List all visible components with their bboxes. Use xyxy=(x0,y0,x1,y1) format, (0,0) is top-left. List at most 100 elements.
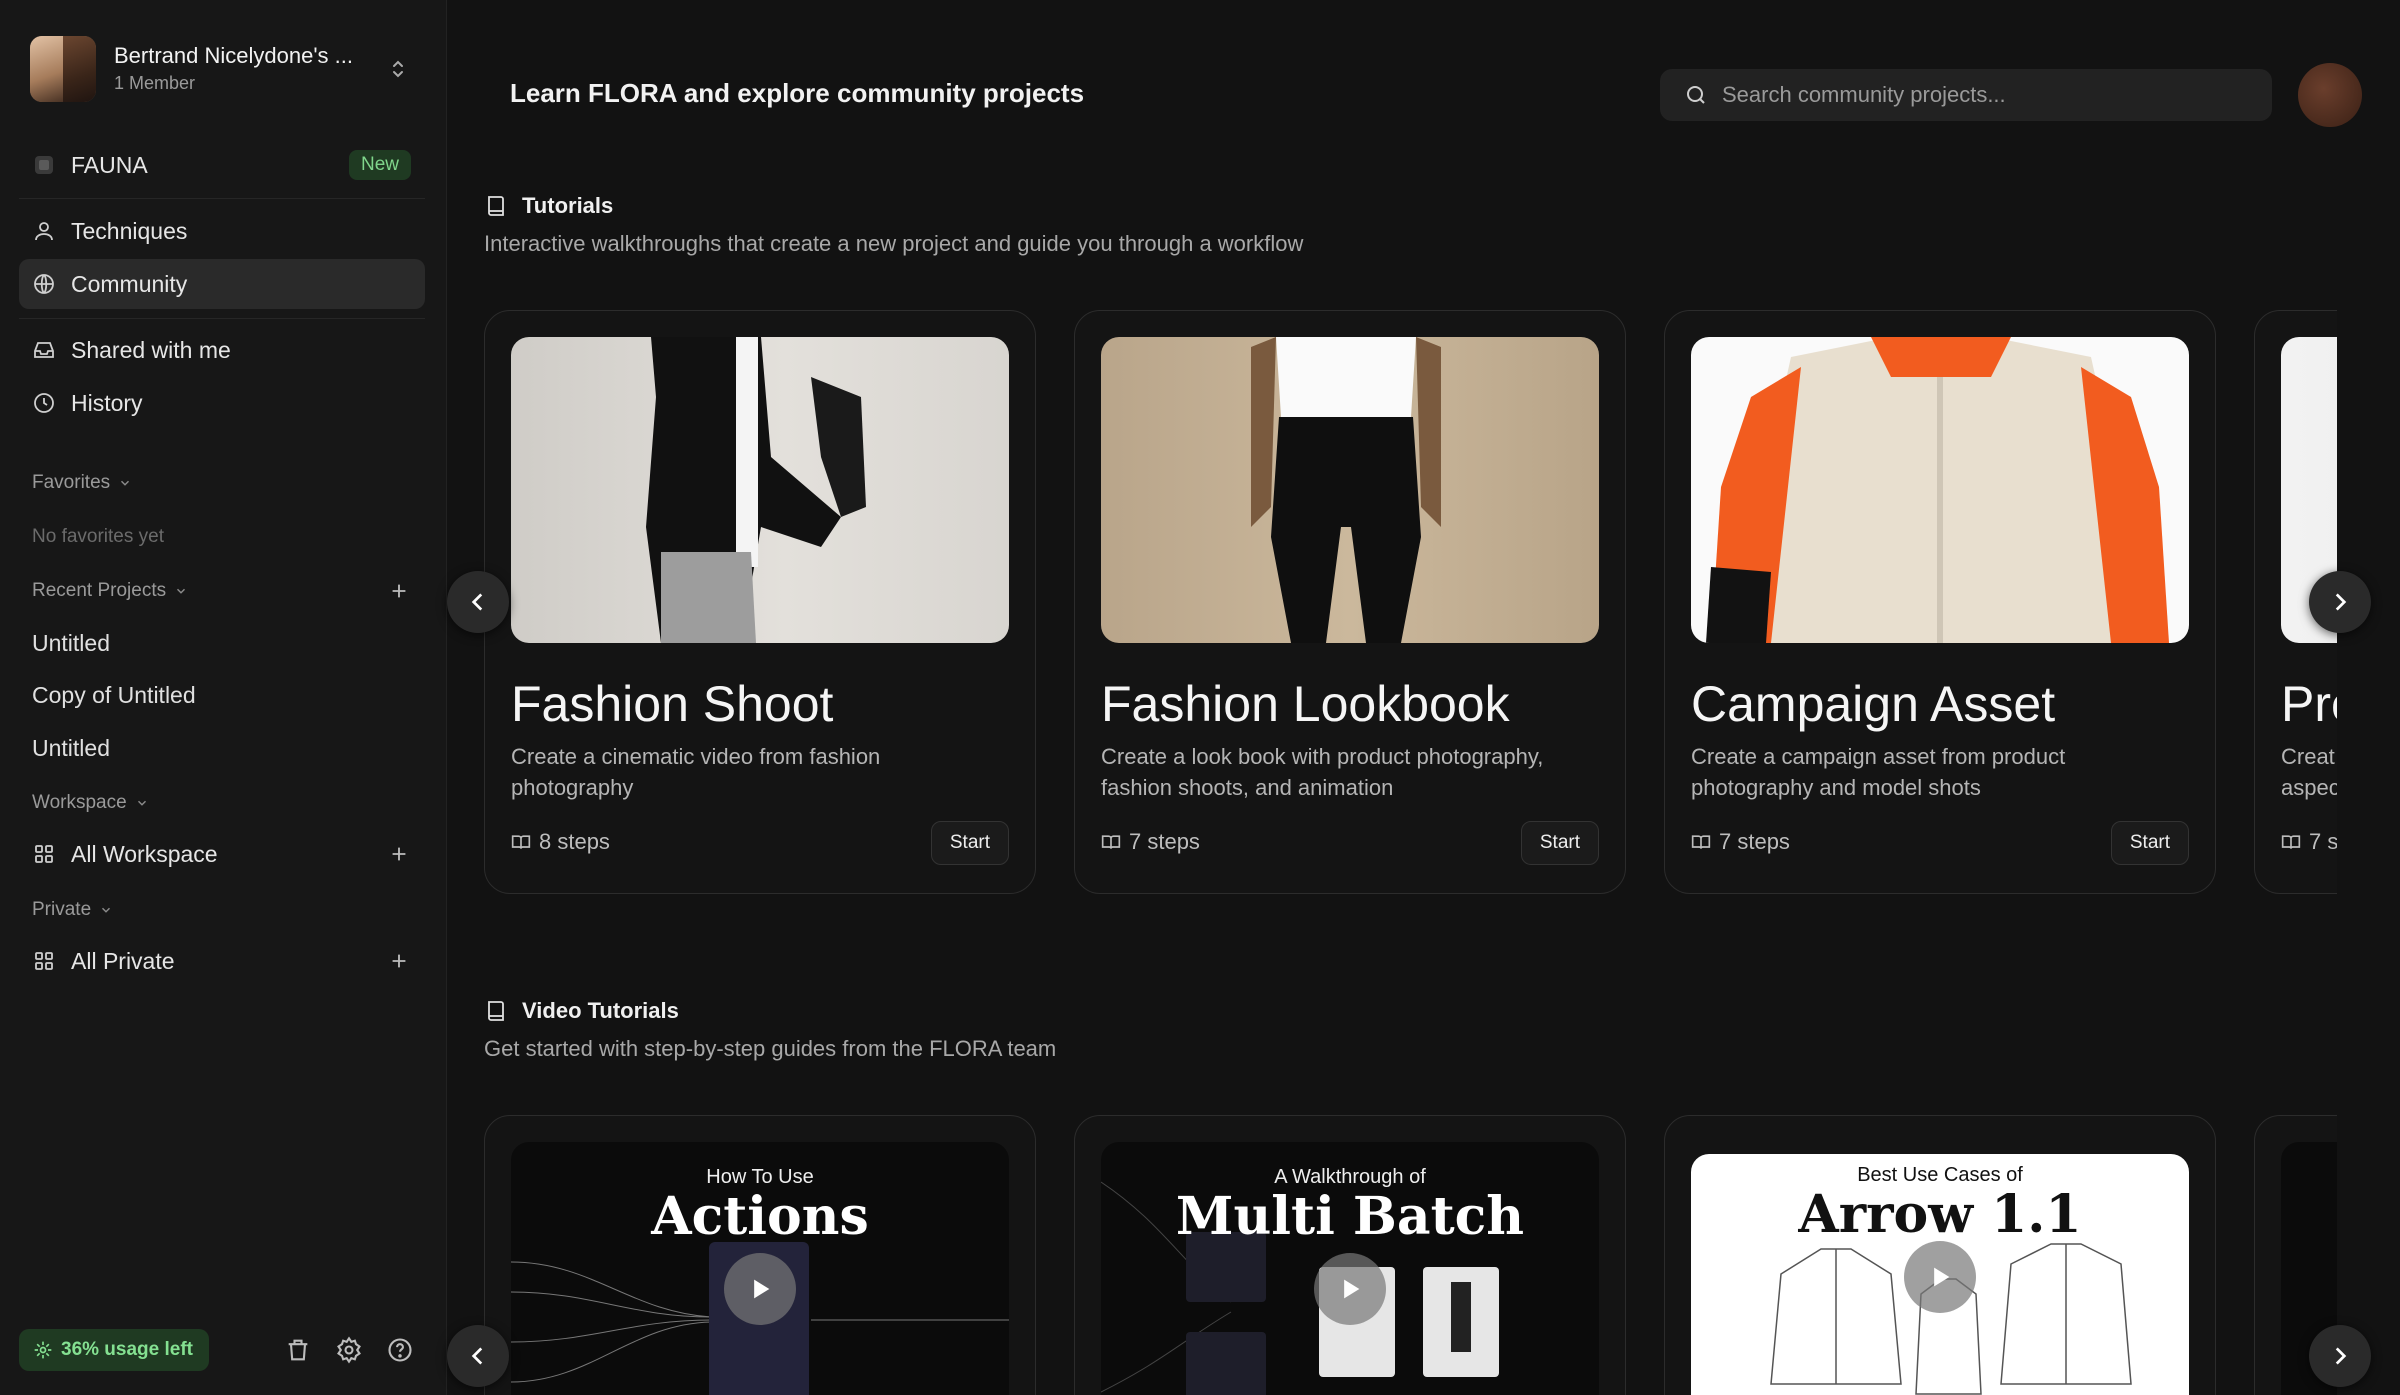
sidebar-item-all-workspace[interactable]: All Workspace xyxy=(19,829,425,879)
tutorial-steps-label: 7 s xyxy=(2309,829,2337,854)
divider xyxy=(19,198,425,199)
tutorial-card[interactable]: Fashion Shoot Create a cinematic video f… xyxy=(484,310,1036,894)
sidebar: Bertrand Nicelydone's ... 1 Member FAUNA… xyxy=(0,0,447,1395)
recent-project-item[interactable]: Untitled xyxy=(32,630,110,657)
video-caption-big: Multi Batch xyxy=(1175,1186,1525,1247)
search-bar[interactable] xyxy=(1660,69,2272,121)
sidebar-item-label: FAUNA xyxy=(71,151,148,178)
chevron-down-icon xyxy=(137,800,146,806)
video-card[interactable]: A Walkthrough of Multi Batch xyxy=(1074,1115,1626,1395)
play-button[interactable] xyxy=(1904,1241,1976,1313)
sidebar-item-community[interactable]: Community xyxy=(19,259,425,309)
tutorial-card[interactable]: Campaign Asset Create a campaign asset f… xyxy=(1664,310,2216,894)
sidebar-item-label: Shared with me xyxy=(71,336,231,363)
globe-icon xyxy=(31,271,57,297)
video-card[interactable]: How To Use Actions xyxy=(484,1115,1036,1395)
workspace-switcher[interactable]: Bertrand Nicelydone's ... 1 Member xyxy=(30,36,410,102)
grid-icon xyxy=(31,841,57,867)
search-icon xyxy=(1687,86,1705,104)
gear-icon[interactable] xyxy=(335,1336,363,1364)
help-icon[interactable] xyxy=(386,1336,414,1364)
video-caption-big: Arrow 1.1 xyxy=(1798,1184,2082,1245)
clock-icon xyxy=(31,390,57,416)
tutorial-thumbnail xyxy=(511,337,1009,643)
open-book-icon xyxy=(1691,835,1711,849)
sidebar-item-label: Techniques xyxy=(71,217,188,244)
video-carousel-prev-button[interactable] xyxy=(447,1325,509,1387)
open-book-icon xyxy=(511,835,531,849)
workspace-members: 1 Member xyxy=(114,73,196,93)
video-thumbnail: How To Use Actions xyxy=(511,1142,1009,1395)
private-header-label: Private xyxy=(32,899,92,920)
tutorial-steps-label: 7 steps xyxy=(1129,829,1200,854)
tutorial-description: Create a cinematic video from fashion ph… xyxy=(511,744,881,800)
user-avatar[interactable] xyxy=(2298,63,2362,127)
tutorial-title: Fashion Shoot xyxy=(511,676,834,732)
video-tutorials-description: Get started with step-by-step guides fro… xyxy=(484,1036,1057,1061)
sidebar-item-shared[interactable]: Shared with me xyxy=(19,325,425,375)
sidebar-item-all-private[interactable]: All Private xyxy=(19,936,425,986)
sidebar-item-fauna[interactable]: FAUNA New xyxy=(19,140,425,190)
new-badge: New xyxy=(348,150,411,180)
tutorial-steps: 7 steps xyxy=(1101,829,1200,855)
favorites-empty: No favorites yet xyxy=(32,526,164,547)
private-header[interactable]: Private xyxy=(32,899,113,921)
tutorials-title: Tutorials xyxy=(484,193,613,219)
tutorials-carousel: Fashion Shoot Create a cinematic video f… xyxy=(484,310,2337,896)
usage-label: 36% usage left xyxy=(61,1339,193,1360)
start-button[interactable]: Start xyxy=(2110,821,2189,865)
recent-project-item[interactable]: Untitled xyxy=(32,735,110,762)
start-button[interactable]: Start xyxy=(930,821,1009,865)
sidebar-item-techniques[interactable]: Techniques xyxy=(19,206,425,256)
page-title: Learn FLORA and explore community projec… xyxy=(510,78,1085,108)
play-button[interactable] xyxy=(724,1253,796,1325)
play-button[interactable] xyxy=(1314,1253,1386,1325)
tutorial-description: Create a campaign asset from product pho… xyxy=(1691,744,2066,800)
tutorial-card[interactable]: Fashion Lookbook Create a look book with… xyxy=(1074,310,1626,894)
chevron-left-icon xyxy=(471,593,483,611)
tutorial-thumbnail xyxy=(1691,337,2189,643)
trash-icon[interactable] xyxy=(284,1336,312,1364)
workspace-header-label: Workspace xyxy=(32,792,127,813)
video-tutorials-title: Video Tutorials xyxy=(484,998,679,1024)
tutorial-steps-label: 7 steps xyxy=(1719,829,1790,854)
start-button[interactable]: Start xyxy=(1520,821,1599,865)
tutorial-title: Campaign Asset xyxy=(1691,676,2056,732)
recent-project-item[interactable]: Copy of Untitled xyxy=(32,682,196,709)
video-caption-big: Actions xyxy=(651,1186,869,1247)
sidebar-item-history[interactable]: History xyxy=(19,378,425,428)
video-thumbnail: A Walkthrough of Multi Batch xyxy=(1101,1142,1599,1395)
video-thumbnail: Best Use Cases of Arrow 1.1 xyxy=(1691,1154,2189,1395)
favorites-header-label: Favorites xyxy=(32,472,111,493)
chevron-down-icon xyxy=(177,588,186,594)
add-workspace-icon[interactable] xyxy=(388,843,410,865)
add-project-icon[interactable] xyxy=(388,580,410,602)
add-private-icon[interactable] xyxy=(388,950,410,972)
sidebar-item-label: All Private xyxy=(71,947,175,974)
tutorial-title: Pre xyxy=(2281,676,2337,732)
open-book-icon xyxy=(2281,835,2301,849)
carousel-prev-button[interactable] xyxy=(447,571,509,633)
recent-projects-header[interactable]: Recent Projects xyxy=(32,580,188,602)
person-icon xyxy=(31,218,57,244)
workspace-header[interactable]: Workspace xyxy=(32,792,149,814)
tutorial-description: Create a look book with product photogra… xyxy=(1101,744,1544,800)
recent-projects-header-label: Recent Projects xyxy=(32,580,167,601)
chevron-down-icon xyxy=(102,907,111,913)
favorites-header[interactable]: Favorites xyxy=(32,472,132,494)
video-card[interactable]: Best Use Cases of Arrow 1.1 xyxy=(1664,1115,2216,1395)
workspace-name: Bertrand Nicelydone's ... xyxy=(114,43,353,68)
book-icon xyxy=(488,1001,504,1021)
carousel-next-button[interactable] xyxy=(2309,571,2371,633)
grid-icon xyxy=(31,948,57,974)
play-icon xyxy=(1344,1279,1360,1299)
tutorials-title-label: Tutorials xyxy=(522,193,614,218)
tutorial-steps: 7 steps xyxy=(1691,829,1790,855)
search-input[interactable] xyxy=(1722,82,2242,108)
usage-icon xyxy=(34,1341,52,1359)
video-carousel-next-button[interactable] xyxy=(2309,1325,2371,1387)
video-carousel: How To Use Actions A Walkthrough of Mult… xyxy=(484,1115,2337,1395)
main-content: Learn FLORA and explore community projec… xyxy=(447,0,2400,1395)
inbox-icon xyxy=(31,337,57,363)
usage-badge[interactable]: 36% usage left xyxy=(19,1329,209,1371)
